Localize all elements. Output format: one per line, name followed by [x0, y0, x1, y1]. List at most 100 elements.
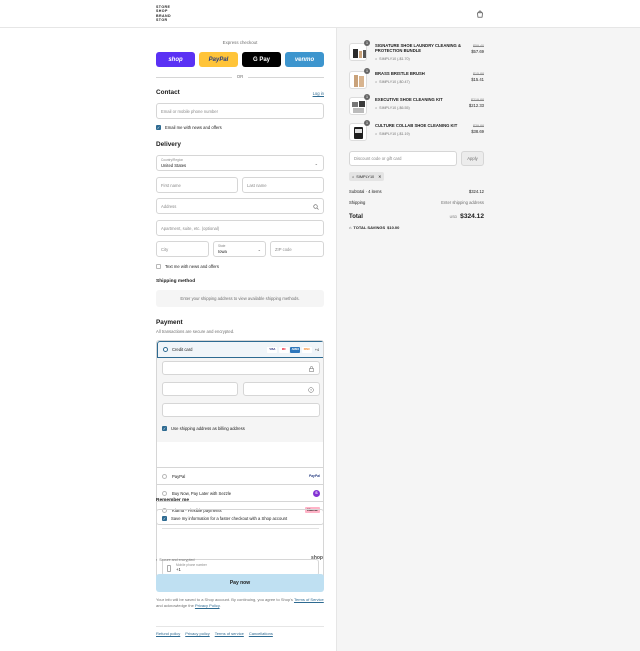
- item-name: EXECUTIVE SHOE CLEANING KIT: [375, 97, 443, 102]
- payment-heading: Payment: [156, 319, 183, 326]
- checkbox-checked-icon[interactable]: ✓: [162, 516, 167, 521]
- privacy-policy-link[interactable]: Privacy policy: [185, 631, 209, 636]
- paypal-button[interactable]: PayPal: [199, 52, 238, 67]
- chevron-down-icon: ⌄: [314, 161, 318, 166]
- more-cards-count: +4: [314, 347, 319, 352]
- applied-discount-chip: ⌂ SIMPLY10 ✕: [349, 172, 385, 181]
- terms-of-service-link[interactable]: Terms of service: [215, 631, 244, 636]
- google-pay-button[interactable]: G Pay: [242, 52, 281, 67]
- city-field[interactable]: City: [156, 241, 209, 257]
- tag-icon: ⌂: [352, 174, 355, 179]
- pay-now-button[interactable]: Pay now: [156, 574, 324, 592]
- refund-policy-link[interactable]: Refund policy: [156, 631, 180, 636]
- item-name: SIGNATURE SHOE LAUNDRY CLEANING & PROTEC…: [375, 43, 462, 54]
- shop-pay-button[interactable]: shop: [156, 52, 195, 67]
- remember-me-box: ✓ Save my information for a faster check…: [156, 509, 324, 581]
- lock-icon: ▪: [156, 558, 158, 562]
- mastercard-icon: MC: [278, 346, 289, 353]
- remove-discount-icon[interactable]: ✕: [378, 174, 381, 179]
- item-discount-text: SIMPLY10 (-$6.55): [379, 106, 410, 110]
- address-placeholder: Address: [161, 203, 177, 209]
- subtotal-value: $324.12: [468, 189, 484, 194]
- shipping-method-heading: Shipping method: [156, 279, 196, 284]
- quantity-badge: 1: [364, 40, 370, 46]
- shipping-row: Shipping Enter shipping address: [349, 200, 484, 205]
- subtotal-row: Subtotal · 4 items $324.12: [349, 189, 484, 194]
- checkbox-checked-icon[interactable]: ✓: [156, 125, 161, 130]
- tag-icon: ⌂: [375, 106, 378, 110]
- product-thumbnail: [349, 123, 367, 141]
- item-discount: ⌂ SIMPLY10 (-$6.55): [375, 106, 410, 110]
- current-price: $15.41: [471, 77, 484, 82]
- item-discount-text: SIMPLY10 (-$1.19): [379, 132, 410, 136]
- apply-button[interactable]: Apply: [461, 151, 484, 166]
- or-divider: OR: [156, 74, 324, 80]
- last-name-field[interactable]: Last name: [242, 177, 324, 193]
- radio-selected-icon[interactable]: [163, 347, 168, 352]
- secure-note: ▪ Secure and encrypted: [156, 558, 194, 562]
- cancellations-link[interactable]: Cancellations: [249, 631, 273, 636]
- country-select[interactable]: Country/Region United States ⌄: [156, 155, 324, 171]
- discount-code-input[interactable]: Discount code or gift card: [349, 151, 457, 166]
- name-on-card-field[interactable]: [162, 403, 320, 417]
- radio-unselected-icon[interactable]: [162, 490, 167, 496]
- city-placeholder: City: [161, 246, 169, 252]
- save-info-label: Save my information for a faster checkou…: [171, 516, 288, 521]
- brand-logo[interactable]: STORE SHOP BRAND STOR: [156, 5, 171, 23]
- express-buttons: shop PayPal G Pay venmo: [156, 52, 324, 68]
- phone-icon: [167, 565, 171, 572]
- card-details-panel: ? ✓ Use shipping address as billing addr…: [157, 358, 323, 442]
- email-field[interactable]: Email or mobile phone number: [156, 103, 324, 119]
- help-circle-icon[interactable]: ?: [308, 387, 314, 393]
- shop-logo: shop: [311, 555, 323, 561]
- item-discount-text: SIMPLY10 (-$1.70): [379, 57, 410, 61]
- credit-card-option[interactable]: Credit card VISA MC AMEX DISC +4: [157, 341, 323, 358]
- card-number-field[interactable]: [162, 361, 320, 375]
- subtotal-label: Subtotal · 4 items: [349, 189, 382, 194]
- legal-text: Your info will be saved to a Shop accoun…: [156, 597, 324, 609]
- item-discount: ⌂ SIMPLY10 (-$1.19): [375, 132, 410, 136]
- save-info-checkbox-row[interactable]: ✓ Save my information for a faster check…: [162, 516, 287, 521]
- text-offers-label: Text me with news and offers: [165, 264, 219, 269]
- state-select[interactable]: State Iowa ⌄: [213, 241, 266, 257]
- checkbox-checked-icon[interactable]: ✓: [162, 426, 167, 431]
- contact-heading: Contact: [156, 89, 180, 96]
- paypal-option[interactable]: PayPal PayPal: [157, 467, 323, 484]
- secure-text: Secure and encrypted: [159, 558, 195, 562]
- zip-field[interactable]: ZIP code: [270, 241, 324, 257]
- visa-icon: VISA: [267, 346, 278, 353]
- total-value: $324.12: [460, 213, 484, 220]
- product-thumbnail: [349, 43, 367, 61]
- state-value: Iowa: [218, 248, 227, 254]
- cart-item: 1 BRASS BRISTLE BRUSH ⌂ SIMPLY10 (-$0.47)…: [349, 68, 484, 93]
- radio-unselected-icon[interactable]: [162, 473, 167, 479]
- expiration-date-field[interactable]: [162, 382, 238, 396]
- address-field[interactable]: Address: [156, 198, 324, 214]
- current-price: $212.33: [468, 103, 484, 108]
- legal-text-1: Your info will be saved to a Shop accoun…: [156, 597, 293, 602]
- quantity-badge: 1: [364, 68, 370, 74]
- footer-divider: [156, 626, 324, 627]
- checkbox-unchecked-icon[interactable]: [156, 264, 161, 269]
- text-offers-checkbox-row[interactable]: Text me with news and offers: [156, 264, 219, 269]
- current-price: $57.69: [471, 49, 484, 54]
- chevron-down-icon: ⌄: [257, 247, 261, 252]
- billing-same-checkbox-row[interactable]: ✓ Use shipping address as billing addres…: [162, 426, 245, 431]
- cart-item: 1 CULTURE COLLAB SHOE CLEANING KIT ⌂ SIMP…: [349, 120, 484, 145]
- privacy-link[interactable]: Privacy Policy: [195, 603, 220, 608]
- legal-end: .: [219, 603, 221, 608]
- applied-code: SIMPLY10: [356, 174, 375, 179]
- tag-icon: ⌂: [375, 80, 378, 84]
- shipping-label: Shipping: [349, 200, 366, 205]
- security-code-field[interactable]: ?: [243, 382, 320, 396]
- tag-icon: ⌂: [375, 132, 378, 136]
- apartment-field[interactable]: Apartment, suite, etc. (optional): [156, 220, 324, 236]
- shopping-bag-icon[interactable]: [476, 10, 484, 18]
- venmo-button[interactable]: venmo: [285, 52, 324, 67]
- express-checkout-label: Express checkout: [222, 40, 258, 45]
- login-link[interactable]: Log in: [313, 91, 324, 96]
- first-name-field[interactable]: First name: [156, 177, 238, 193]
- terms-link[interactable]: Terms of Service: [294, 597, 324, 602]
- zip-placeholder: ZIP code: [275, 246, 292, 252]
- newsletter-checkbox-row[interactable]: ✓ Email me with news and offers: [156, 125, 222, 130]
